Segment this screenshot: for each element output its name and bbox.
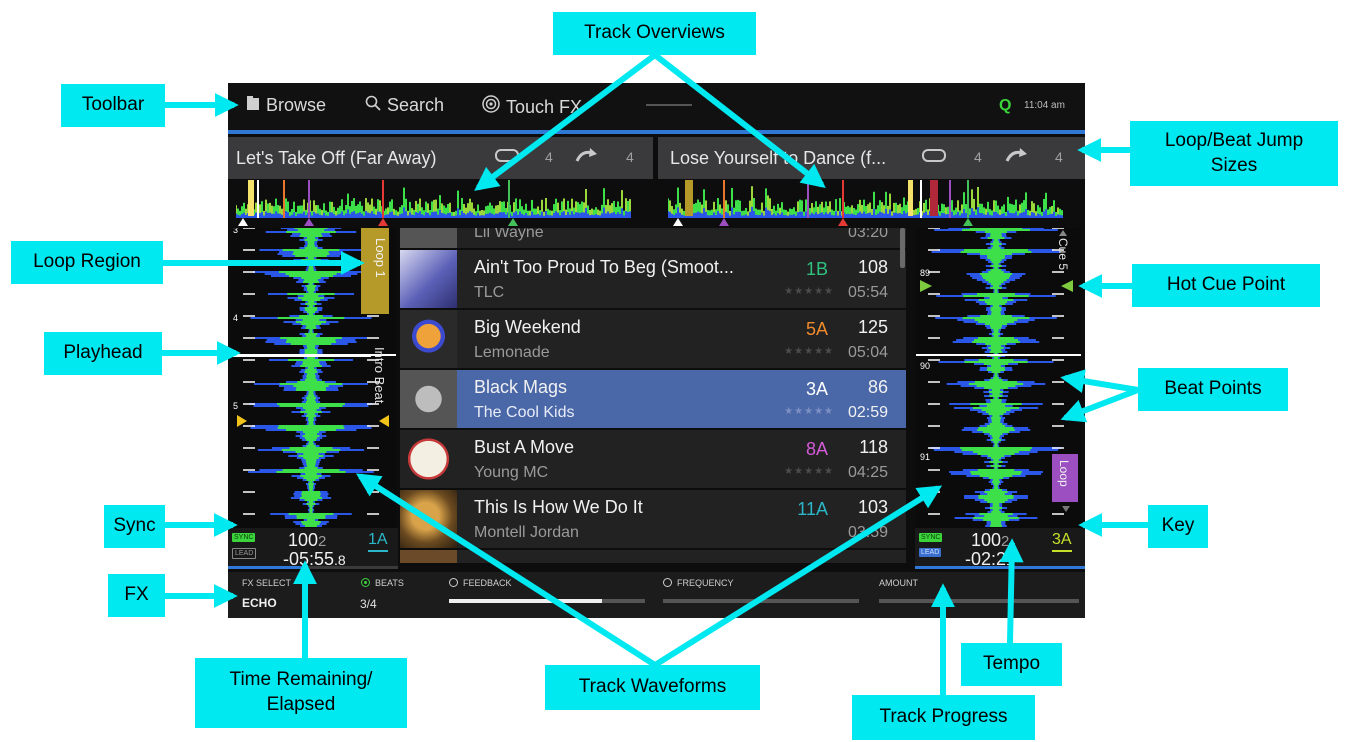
callout-beat-points: Beat Points xyxy=(1138,368,1288,411)
callout-hot-cue-point: Hot Cue Point xyxy=(1132,264,1320,307)
callout-time-remaining: Time Remaining/ Elapsed xyxy=(195,658,407,728)
callout-track-progress: Track Progress xyxy=(852,695,1035,740)
callout-toolbar: Toolbar xyxy=(61,84,165,127)
callout-loop-beat-jump: Loop/Beat Jump Sizes xyxy=(1130,121,1338,186)
callout-loop-region: Loop Region xyxy=(11,241,163,284)
callout-track-overviews: Track Overviews xyxy=(553,12,756,55)
callout-fx: FX xyxy=(108,574,165,617)
callout-tempo: Tempo xyxy=(961,643,1062,686)
callout-track-waveforms: Track Waveforms xyxy=(545,665,760,710)
callout-sync: Sync xyxy=(104,505,165,548)
callout-playhead: Playhead xyxy=(44,332,162,375)
callout-key: Key xyxy=(1148,505,1208,548)
